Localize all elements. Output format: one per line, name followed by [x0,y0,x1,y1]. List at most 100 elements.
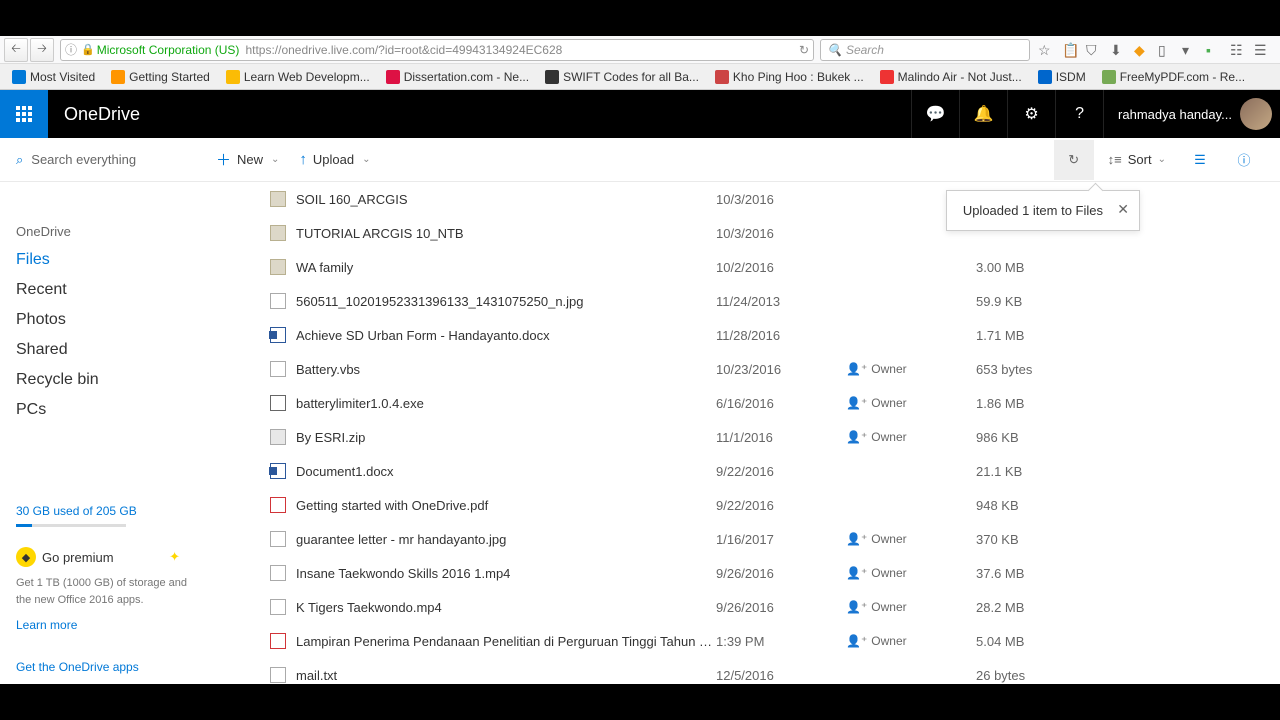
user-menu[interactable]: rahmadya handay... [1103,90,1280,138]
file-icon [270,293,286,309]
notifications-icon[interactable]: 🔔 [959,90,1007,138]
sidebar-item-photos[interactable]: Photos [16,305,194,335]
view-button[interactable]: ☰ [1180,140,1220,180]
file-icon [270,633,286,649]
file-date: 10/23/2016 [716,362,846,377]
sidebar-item-shared[interactable]: Shared [16,335,194,365]
file-row[interactable]: 560511_10201952331396133_1431075250_n.jp… [210,284,1268,318]
file-share: 👤⁺Owner [846,566,976,580]
file-date: 11/24/2013 [716,294,846,309]
bookmark-item[interactable]: Learn Web Developm... [220,68,376,86]
info-icon: ⓘ [65,41,77,58]
file-size: 59.9 KB [976,294,1066,309]
back-button[interactable]: 🡠 [4,38,28,62]
bookmark-item[interactable]: Dissertation.com - Ne... [380,68,535,86]
file-row[interactable]: Achieve SD Urban Form - Handayanto.docx1… [210,318,1268,352]
letterbox [0,684,1280,720]
get-apps-link[interactable]: Get the OneDrive apps [16,660,194,674]
pocket-icon[interactable]: ⛉ [1086,42,1102,58]
addon-icon-5[interactable]: ☷ [1230,42,1246,58]
storage-text[interactable]: 30 GB used of 205 GB [16,504,194,518]
file-icon [270,531,286,547]
bookmark-item[interactable]: Malindo Air - Not Just... [874,68,1028,86]
sidebar: OneDrive FilesRecentPhotosSharedRecycle … [0,182,210,688]
addon-icon-3[interactable]: ▾ [1182,42,1198,58]
letterbox [0,0,1280,36]
close-icon[interactable]: ✕ [1117,201,1129,218]
file-date: 1/16/2017 [716,532,846,547]
sort-label: Sort [1128,152,1152,167]
file-icon [270,259,286,275]
file-date: 6/16/2016 [716,396,846,411]
bookmark-item[interactable]: FreeMyPDF.com - Re... [1096,68,1251,86]
file-name: K Tigers Taekwondo.mp4 [296,600,716,615]
file-date: 9/26/2016 [716,600,846,615]
settings-icon[interactable]: ⚙ [1007,90,1055,138]
bookmark-item[interactable]: Most Visited [6,68,101,86]
chevron-down-icon: ⌄ [362,154,370,165]
file-icon [270,667,286,683]
corp-label: Microsoft Corporation (US) [97,43,240,57]
file-share: 👤⁺Owner [846,532,976,546]
user-name: rahmadya handay... [1118,107,1232,122]
file-share: 👤⁺Owner [846,396,976,410]
file-row[interactable]: Insane Taekwondo Skills 2016 1.mp49/26/2… [210,556,1268,590]
file-date: 10/2/2016 [716,260,846,275]
bookmark-item[interactable]: SWIFT Codes for all Ba... [539,68,705,86]
url-bar[interactable]: ⓘ 🔒 Microsoft Corporation (US) https://o… [60,39,814,61]
skype-icon[interactable]: 💬 [911,90,959,138]
file-size: 986 KB [976,430,1066,445]
search-everything[interactable]: ⌕ Search everything [16,152,206,168]
file-icon [270,361,286,377]
reload-icon[interactable]: ↻ [799,43,809,57]
help-icon[interactable]: ? [1055,90,1103,138]
file-row[interactable]: K Tigers Taekwondo.mp49/26/2016👤⁺Owner28… [210,590,1268,624]
file-date: 10/3/2016 [716,226,846,241]
bookmark-star-icon[interactable]: ☆ [1038,42,1054,58]
forward-button[interactable]: 🡢 [30,38,54,62]
sidebar-item-recent[interactable]: Recent [16,275,194,305]
file-size: 26 bytes [976,668,1066,683]
onedrive-header: OneDrive 💬 🔔 ⚙ ? rahmadya handay... [0,90,1280,138]
file-size: 1.71 MB [976,328,1066,343]
sidebar-item-files[interactable]: Files [16,245,194,275]
file-row[interactable]: Battery.vbs10/23/2016👤⁺Owner653 bytes [210,352,1268,386]
clipboard-icon[interactable]: 📋 [1062,42,1078,58]
sidebar-item-recycle-bin[interactable]: Recycle bin [16,365,194,395]
file-row[interactable]: batterylimiter1.0.4.exe6/16/2016👤⁺Owner1… [210,386,1268,420]
menu-icon[interactable]: ☰ [1254,42,1270,58]
browser-search[interactable]: 🔍 Search [820,39,1030,61]
file-row[interactable]: Document1.docx9/22/201621.1 KB [210,454,1268,488]
sort-button[interactable]: ↕≡ Sort ⌄ [1098,138,1176,182]
file-row[interactable]: guarantee letter - mr handayanto.jpg1/16… [210,522,1268,556]
file-list: SOIL 160_ARCGIS10/3/2016212 MBTUTORIAL A… [210,182,1280,688]
addon-icon-4[interactable]: ▪ [1206,42,1222,58]
file-icon [270,395,286,411]
file-row[interactable]: By ESRI.zip11/1/2016👤⁺Owner986 KB [210,420,1268,454]
go-premium[interactable]: ◆ Go premium ✦ [16,547,194,567]
file-icon [270,225,286,241]
sidebar-item-pcs[interactable]: PCs [16,395,194,425]
bookmark-item[interactable]: ISDM [1032,68,1092,86]
file-date: 12/5/2016 [716,668,846,683]
storage-bar [16,524,126,527]
app-launcher[interactable] [0,90,48,138]
download-icon[interactable]: ⬇ [1110,42,1126,58]
url-text: https://onedrive.live.com/?id=root&cid=4… [245,43,562,57]
info-button[interactable]: ⓘ [1224,140,1264,180]
refresh-button[interactable]: ↻ [1054,140,1094,180]
file-date: 10/3/2016 [716,192,846,207]
bookmark-item[interactable]: Kho Ping Hoo : Bukek ... [709,68,870,86]
bookmark-item[interactable]: Getting Started [105,68,216,86]
file-row[interactable]: Getting started with OneDrive.pdf9/22/20… [210,488,1268,522]
new-button[interactable]: ＋ New ⌄ [206,138,289,182]
avatar [1240,98,1272,130]
upload-button[interactable]: ↑ Upload ⌄ [289,138,380,182]
file-row[interactable]: WA family10/2/20163.00 MB [210,250,1268,284]
addon-icon-2[interactable]: ▯ [1158,42,1174,58]
upload-toast: Uploaded 1 item to Files ✕ [946,190,1140,231]
addon-icon[interactable]: ◆ [1134,42,1150,58]
learn-more-link[interactable]: Learn more [16,618,194,632]
premium-badge-icon: ◆ [16,547,36,567]
file-row[interactable]: Lampiran Penerima Pendanaan Penelitian d… [210,624,1268,658]
